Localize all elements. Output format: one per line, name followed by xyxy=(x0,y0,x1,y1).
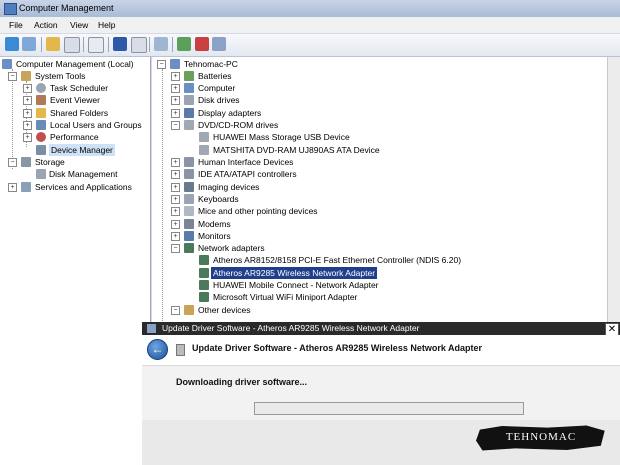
disk-icon xyxy=(36,169,46,179)
device-icon xyxy=(147,324,156,333)
expand-icon[interactable]: + xyxy=(171,232,180,241)
device-manager-icon xyxy=(36,145,46,155)
menu-bar: File Action View Help xyxy=(0,17,620,33)
tools-icon xyxy=(21,71,31,81)
collapse-icon[interactable]: − xyxy=(171,121,180,130)
menu-file[interactable]: File xyxy=(9,20,23,30)
download-progress-bar xyxy=(254,402,524,415)
expand-icon[interactable]: + xyxy=(23,109,32,118)
expand-icon[interactable]: + xyxy=(171,170,180,179)
expand-icon[interactable]: + xyxy=(171,158,180,167)
computer-icon xyxy=(184,83,194,93)
hid-icon xyxy=(184,157,194,167)
watermark-text: TEHNOMAC xyxy=(505,431,577,443)
dialog-title-bar: Update Driver Software - Atheros AR9285 … xyxy=(142,322,620,335)
unknown-device-icon xyxy=(184,305,194,315)
expand-icon[interactable]: + xyxy=(171,183,180,192)
expand-icon[interactable]: + xyxy=(171,109,180,118)
forward-arrow-icon[interactable] xyxy=(22,37,36,51)
console-tree-pane: Computer Management (Local) − System Too… xyxy=(0,57,151,465)
back-button[interactable]: ← xyxy=(147,339,168,360)
expand-icon[interactable]: + xyxy=(171,207,180,216)
optical-drive-icon xyxy=(199,132,209,142)
dialog-title: Update Driver Software - Atheros AR9285 … xyxy=(162,323,420,333)
uninstall-device-icon[interactable] xyxy=(195,37,209,51)
expand-icon[interactable]: + xyxy=(171,195,180,204)
services-icon xyxy=(21,182,31,192)
optical-drive-icon xyxy=(199,145,209,155)
expand-icon[interactable]: + xyxy=(171,84,180,93)
help-icon[interactable] xyxy=(113,37,127,51)
up-folder-icon[interactable] xyxy=(46,37,60,51)
display-adapter-icon xyxy=(184,108,194,118)
computer-management-icon xyxy=(4,3,17,15)
update-driver-icon[interactable] xyxy=(177,37,191,51)
network-adapter-icon xyxy=(184,243,194,253)
network-adapter-icon xyxy=(199,292,209,302)
collapse-icon[interactable]: − xyxy=(171,244,180,253)
shared-folder-icon xyxy=(36,108,46,118)
menu-view[interactable]: View xyxy=(70,20,88,30)
camera-icon xyxy=(184,182,194,192)
storage-icon xyxy=(21,157,31,167)
performance-icon xyxy=(36,132,46,142)
keyboard-icon xyxy=(184,194,194,204)
computer-management-icon xyxy=(2,59,12,69)
ide-controller-icon xyxy=(184,169,194,179)
modem-icon xyxy=(184,219,194,229)
expand-icon[interactable]: + xyxy=(23,96,32,105)
scan-hardware-icon[interactable] xyxy=(154,37,168,51)
expand-icon[interactable]: + xyxy=(171,72,180,81)
network-adapter-icon xyxy=(199,268,209,278)
collapse-icon[interactable]: − xyxy=(171,306,180,315)
expand-icon[interactable]: + xyxy=(171,220,180,229)
expand-icon[interactable]: + xyxy=(8,183,17,192)
network-adapter-icon xyxy=(199,280,209,290)
collapse-icon[interactable]: − xyxy=(157,60,166,69)
collapse-icon[interactable]: − xyxy=(8,72,17,81)
collapse-icon[interactable]: − xyxy=(8,158,17,167)
expand-icon[interactable]: + xyxy=(23,84,32,93)
show-hide-tree-icon[interactable] xyxy=(64,37,80,53)
computer-icon xyxy=(170,59,180,69)
toolbar xyxy=(0,34,620,57)
mouse-icon xyxy=(184,206,194,216)
dialog-heading: Update Driver Software - Atheros AR9285 … xyxy=(192,343,483,353)
back-arrow-icon[interactable] xyxy=(5,37,19,51)
expand-icon[interactable]: + xyxy=(171,96,180,105)
window-title: Computer Management xyxy=(19,3,114,13)
menu-action[interactable]: Action xyxy=(34,20,58,30)
vertical-scrollbar[interactable] xyxy=(607,57,620,322)
optical-drive-icon xyxy=(184,120,194,130)
expand-icon[interactable]: + xyxy=(23,133,32,142)
battery-icon xyxy=(184,71,194,81)
expand-icon[interactable]: + xyxy=(23,121,32,130)
disable-device-icon[interactable] xyxy=(212,37,226,51)
device-icon xyxy=(176,344,185,356)
clock-icon xyxy=(36,83,46,93)
users-icon xyxy=(36,120,46,130)
download-status-text: Downloading driver software... xyxy=(176,377,308,387)
monitor-icon xyxy=(184,231,194,241)
properties-icon[interactable] xyxy=(88,37,104,53)
watermark-logo: TEHNOMAC xyxy=(476,425,605,451)
window-title-bar: Computer Management xyxy=(0,0,620,18)
menu-help[interactable]: Help xyxy=(98,20,115,30)
device-tree-pane: − Tehnomac-PC + Batteries + Computer + D… xyxy=(152,57,614,322)
network-adapter-icon xyxy=(199,255,209,265)
event-viewer-icon xyxy=(36,95,46,105)
disk-drive-icon xyxy=(184,95,194,105)
action-pane-icon[interactable] xyxy=(131,37,147,53)
